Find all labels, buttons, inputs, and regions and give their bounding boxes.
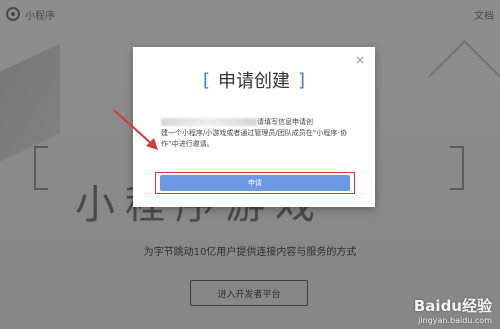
watermark-url: jingyan.baidu.com: [418, 316, 492, 325]
message-line-3: 作”中进行邀请。: [161, 140, 214, 148]
watermark-main: Baidu经验: [413, 297, 492, 315]
watermark: Baidu经验 jingyan.baidu.com: [414, 295, 492, 325]
dialog-title: [ 申请创建 ]: [133, 67, 375, 93]
redacted-text: [161, 118, 257, 126]
message-line-1: 请填写信息申请创: [257, 118, 313, 126]
close-icon[interactable]: ×: [353, 53, 367, 67]
docs-link[interactable]: 文档: [474, 7, 494, 22]
logo[interactable]: 小程序: [6, 7, 55, 22]
logo-text: 小程序: [25, 10, 55, 22]
apply-button[interactable]: 申请: [160, 175, 350, 191]
message-line-2: 建一个小程序/小游戏或者通过管理员/团队成员在“小程序-协: [161, 129, 347, 137]
top-bar: 小程序 文档: [0, 0, 500, 28]
hero-bracket-right: [450, 146, 464, 190]
bracket-right-icon: ]: [298, 69, 306, 91]
logo-icon: [6, 7, 20, 21]
hero-bracket-left: [34, 146, 48, 190]
dialog-message: 请填写信息申请创 建一个小程序/小游戏或者通过管理员/团队成员在“小程序-协 作…: [161, 117, 349, 150]
annotation-arrow-icon: [113, 109, 158, 150]
bracket-left-icon: [: [202, 69, 210, 91]
hero-subtitle: 为字节跳动10亿用户提供连接内容与服务的方式: [143, 247, 357, 258]
enter-developer-platform-button[interactable]: 进入开发者平台: [190, 280, 308, 306]
dialog-title-text: 申请创建: [218, 71, 290, 92]
